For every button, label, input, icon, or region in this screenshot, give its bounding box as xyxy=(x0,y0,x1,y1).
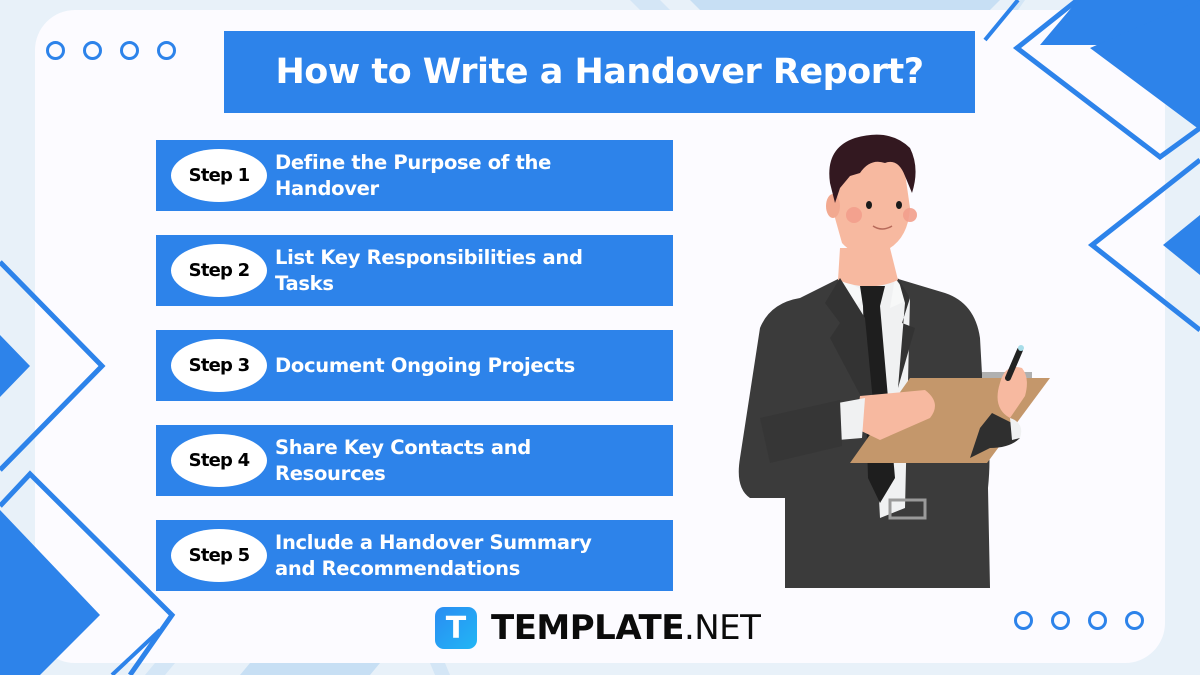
circle-icon xyxy=(1014,611,1033,630)
step-badge: Step 3 xyxy=(171,339,267,392)
circle-icon xyxy=(120,41,139,60)
decorative-dots-bottom xyxy=(1014,611,1144,630)
circle-icon xyxy=(1088,611,1107,630)
brand-tld: .NET xyxy=(683,608,761,648)
step-text: Share Key Contacts and Resources xyxy=(275,435,531,485)
step-item: Step 2 List Key Responsibilities and Tas… xyxy=(156,235,673,306)
step-badge: Step 5 xyxy=(171,529,267,582)
step-text: Include a Handover Summary and Recommend… xyxy=(275,530,592,580)
step-item: Step 4 Share Key Contacts and Resources xyxy=(156,425,673,496)
circle-icon xyxy=(46,41,65,60)
title-banner: How to Write a Handover Report? xyxy=(224,31,975,113)
step-text: List Key Responsibilities and Tasks xyxy=(275,245,583,295)
decorative-dots-top xyxy=(46,41,176,60)
circle-icon xyxy=(83,41,102,60)
ear xyxy=(826,194,840,218)
template-logo-icon: T xyxy=(435,607,477,649)
step-item: Step 5 Include a Handover Summary and Re… xyxy=(156,520,673,591)
brand-logo: T TEMPLATE .NET xyxy=(435,607,761,649)
step-badge: Step 2 xyxy=(171,244,267,297)
eye-right xyxy=(896,201,902,209)
step-item: Step 1 Define the Purpose of the Handove… xyxy=(156,140,673,211)
eye-left xyxy=(866,201,872,209)
step-badge: Step 1 xyxy=(171,149,267,202)
circle-icon xyxy=(1125,611,1144,630)
step-text: Define the Purpose of the Handover xyxy=(275,150,552,200)
steps-list: Step 1 Define the Purpose of the Handove… xyxy=(156,140,673,615)
step-text: Document Ongoing Projects xyxy=(275,353,575,377)
step-badge: Step 4 xyxy=(171,434,267,487)
circle-icon xyxy=(157,41,176,60)
businessman-illustration xyxy=(738,134,1050,588)
brand-name: TEMPLATE xyxy=(491,608,684,648)
circle-icon xyxy=(1051,611,1070,630)
page-title: How to Write a Handover Report? xyxy=(275,52,924,92)
step-item: Step 3 Document Ongoing Projects xyxy=(156,330,673,401)
